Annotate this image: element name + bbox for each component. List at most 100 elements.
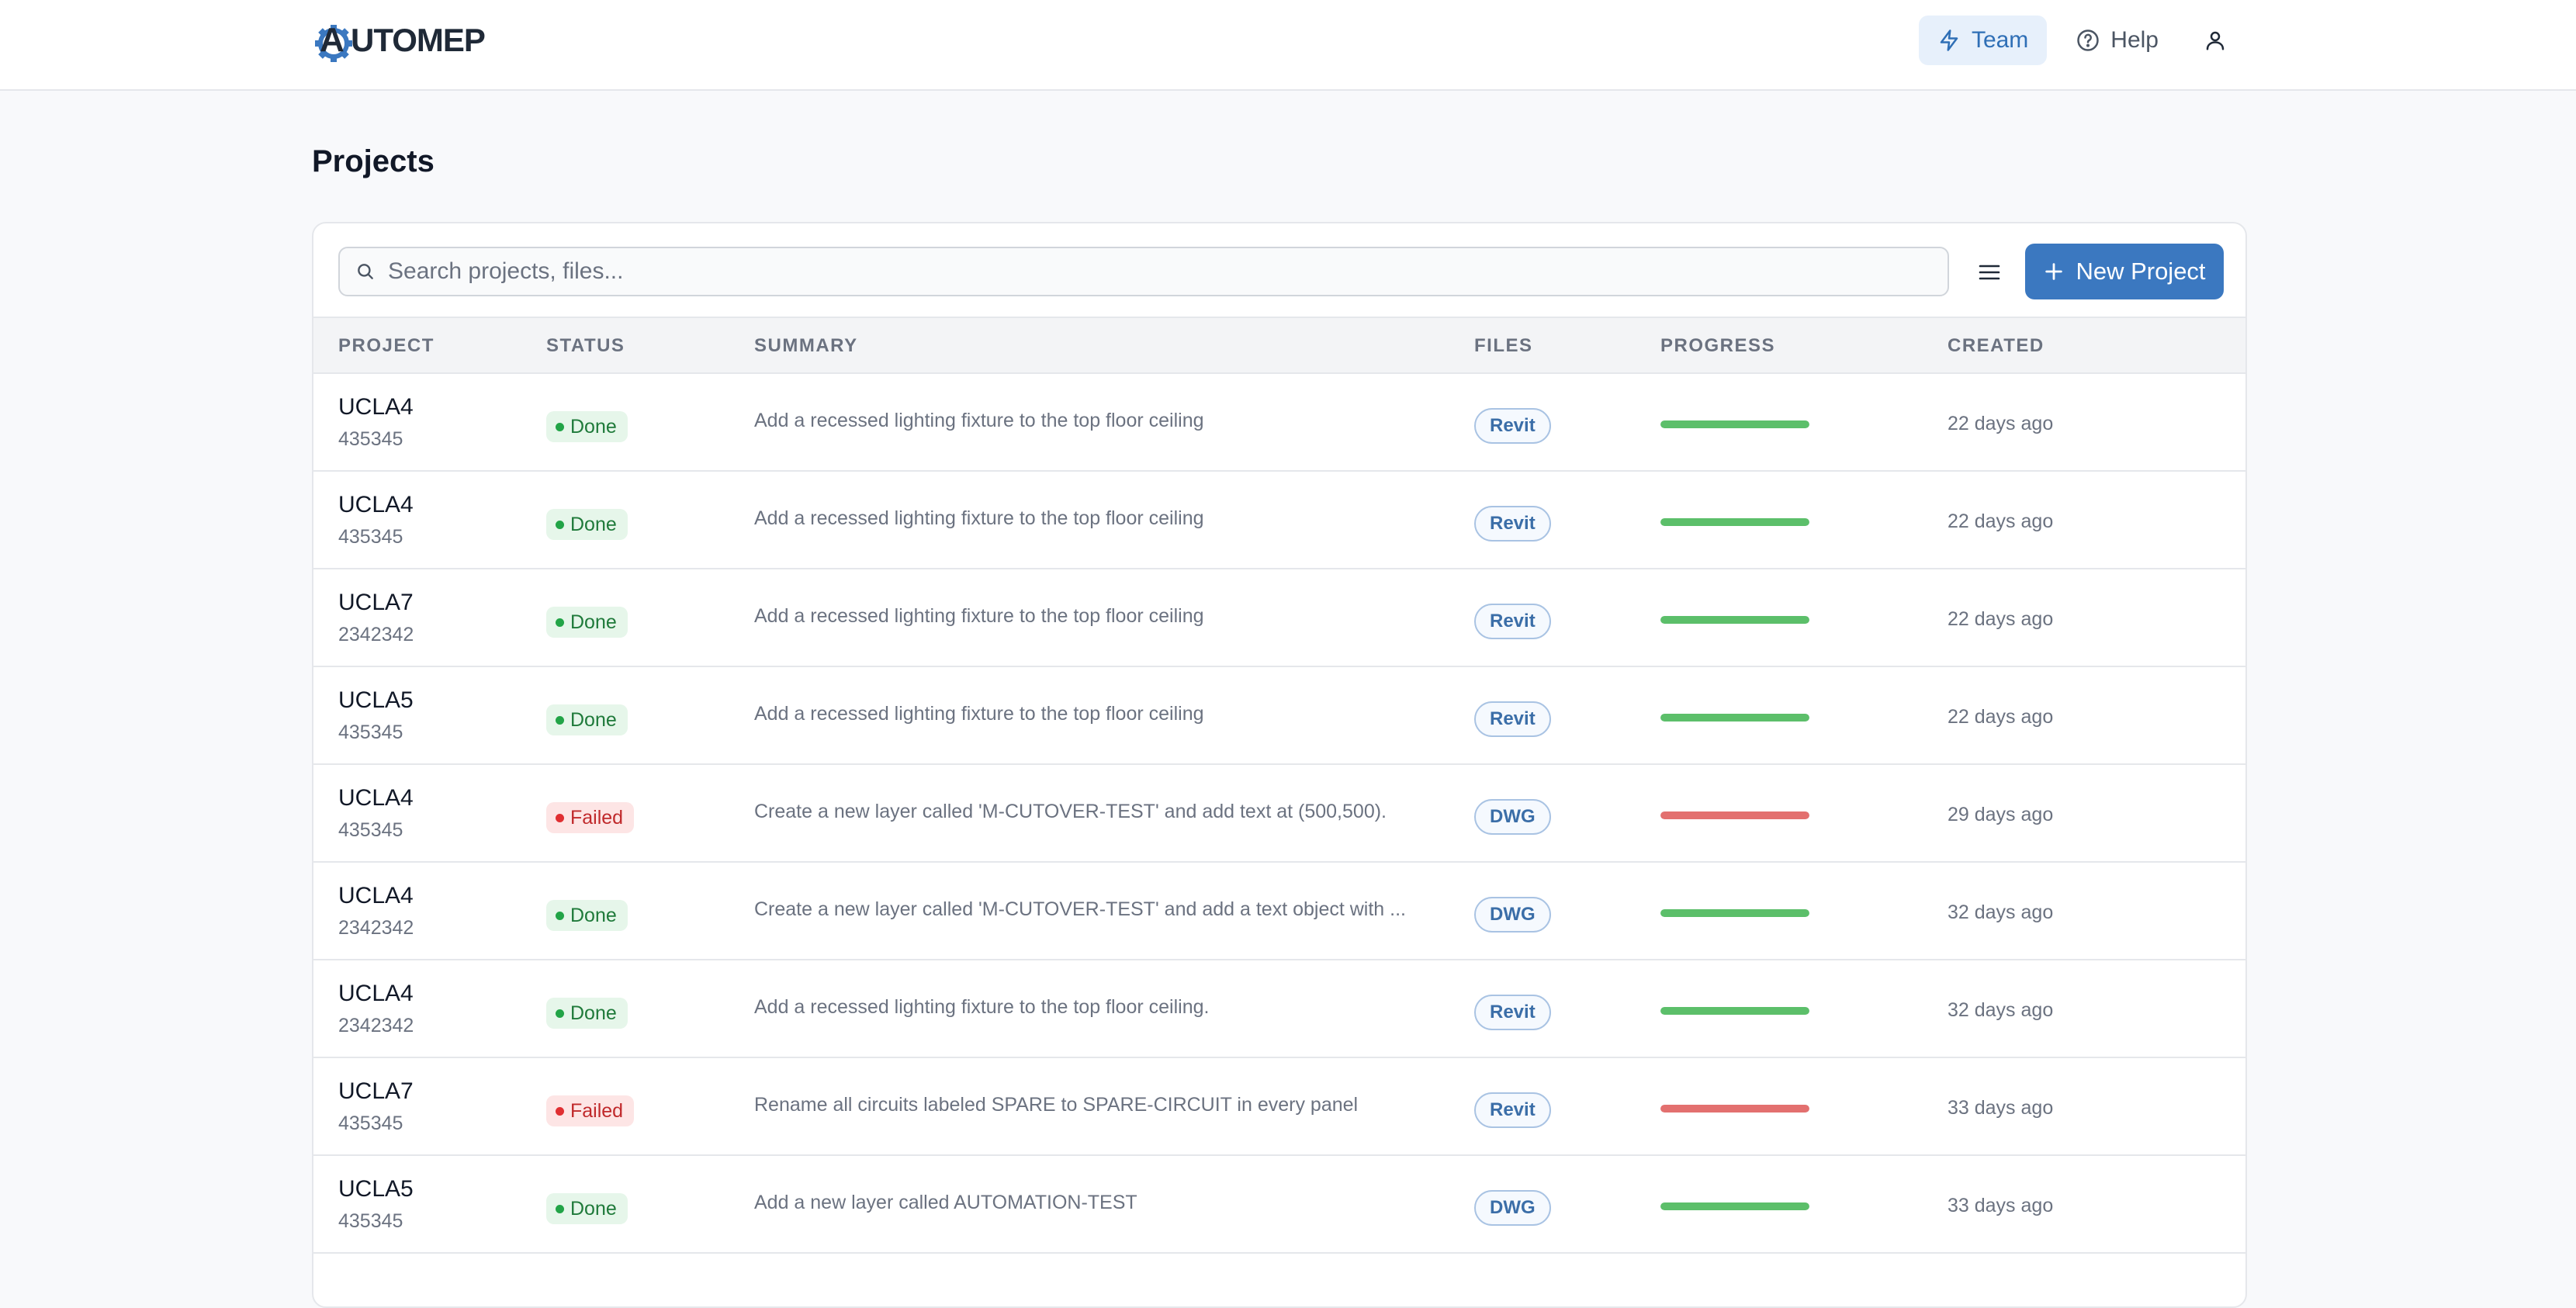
file-type-badge: Revit: [1474, 1092, 1551, 1128]
table-row[interactable]: UCLA7 435345 Failed Rename all circuits lab…: [313, 1058, 2245, 1156]
column-header-created[interactable]: CREATED: [1948, 318, 2045, 374]
progress-fill: [1660, 1105, 1809, 1112]
column-header-summary[interactable]: SUMMARY: [754, 318, 858, 374]
user-menu-button[interactable]: [2188, 16, 2242, 65]
status-label: Done: [570, 513, 617, 535]
created-time: 29 days ago: [1948, 804, 2054, 825]
created-time: 33 days ago: [1948, 1097, 2054, 1119]
status-dot-icon: [556, 911, 564, 920]
progress-bar: [1660, 1202, 1809, 1210]
column-header-project[interactable]: PROJECT: [338, 318, 435, 374]
team-button[interactable]: Team: [1918, 16, 2048, 65]
brand-logo[interactable]: A UTOMEP: [313, 16, 486, 65]
table-header: PROJECT STATUS SUMMARY FILES PROGRESS CR…: [313, 318, 2245, 374]
project-name[interactable]: UCLA4: [338, 785, 414, 811]
project-id: 435345: [338, 428, 403, 450]
status-label: Done: [570, 1002, 617, 1024]
project-summary: Add a new layer called AUTOMATION-TEST: [754, 1192, 1137, 1213]
column-header-status[interactable]: STATUS: [546, 318, 625, 374]
project-id: 435345: [338, 1112, 403, 1134]
status-label: Failed: [570, 1099, 624, 1122]
progress-fill: [1660, 714, 1809, 721]
top-bar: A UTOMEP Team Help: [0, 0, 2576, 91]
file-type-badge: DWG: [1474, 897, 1551, 933]
file-type-badge: DWG: [1474, 799, 1551, 835]
status-badge: Done: [546, 411, 628, 442]
status-label: Done: [570, 1197, 617, 1220]
question-circle-icon: [2077, 29, 2100, 51]
progress-fill: [1660, 1202, 1809, 1210]
project-summary: Add a recessed lighting fixture to the t…: [754, 410, 1204, 431]
column-header-progress[interactable]: PROGRESS: [1660, 318, 1775, 374]
status-dot-icon: [556, 813, 564, 822]
status-badge: Done: [546, 1193, 628, 1224]
created-time: 32 days ago: [1948, 901, 2054, 923]
project-name[interactable]: UCLA4: [338, 394, 414, 420]
status-badge: Done: [546, 607, 628, 638]
progress-bar: [1660, 811, 1809, 819]
team-label: Team: [1971, 27, 2029, 53]
progress-bar: [1660, 714, 1809, 721]
status-label: Done: [570, 415, 617, 438]
search-input[interactable]: [388, 258, 1948, 285]
file-type-badge: Revit: [1474, 604, 1551, 639]
project-name[interactable]: UCLA5: [338, 687, 414, 714]
progress-bar: [1660, 1105, 1809, 1112]
status-badge: Done: [546, 509, 628, 540]
table-row[interactable]: UCLA4 435345 Done Add a recessed lighting f…: [313, 374, 2245, 472]
project-name[interactable]: UCLA5: [338, 1176, 414, 1202]
search-box[interactable]: [338, 247, 1949, 296]
hamburger-menu-icon: [1979, 265, 2000, 280]
page-title: Projects: [312, 144, 435, 178]
status-label: Done: [570, 904, 617, 926]
project-name[interactable]: UCLA4: [338, 981, 414, 1007]
column-header-files[interactable]: FILES: [1474, 318, 1533, 374]
project-name[interactable]: UCLA7: [338, 1078, 414, 1105]
progress-bar: [1660, 909, 1809, 917]
user-icon: [2206, 31, 2225, 50]
project-summary: Add a recessed lighting fixture to the t…: [754, 996, 1210, 1018]
file-type-badge: DWG: [1474, 1190, 1551, 1226]
brand-name: UTOMEP: [351, 22, 486, 58]
progress-bar: [1660, 1007, 1809, 1015]
project-name[interactable]: UCLA7: [338, 590, 414, 616]
list-menu-button[interactable]: [1968, 253, 2011, 292]
projects-toolbar: New Project: [313, 223, 2245, 318]
table-row[interactable]: UCLA4 435345 Done Add a recessed lighting f…: [313, 472, 2245, 569]
progress-bar: [1660, 420, 1809, 428]
file-type-badge: Revit: [1474, 701, 1551, 737]
new-project-button[interactable]: New Project: [2025, 244, 2224, 299]
progress-fill: [1660, 811, 1809, 819]
status-label: Done: [570, 708, 617, 731]
table-row[interactable]: UCLA4 435345 Failed Create a new layer call…: [313, 765, 2245, 863]
project-summary: Add a recessed lighting fixture to the t…: [754, 605, 1204, 627]
table-row[interactable]: UCLA5 435345 Done Add a new layer called AU…: [313, 1156, 2245, 1254]
status-badge: Done: [546, 900, 628, 931]
table-row[interactable]: UCLA4 2342342 Done Add a recessed lighting …: [313, 960, 2245, 1058]
status-dot-icon: [556, 715, 564, 725]
created-time: 32 days ago: [1948, 999, 2054, 1021]
created-time: 22 days ago: [1948, 608, 2054, 630]
table-row[interactable]: UCLA5 435345 Done Add a recessed lighting f…: [313, 667, 2245, 765]
table-row[interactable]: UCLA4 2342342 Done Create a new layer calle…: [313, 863, 2245, 960]
file-type-badge: Revit: [1474, 408, 1551, 444]
project-rows: UCLA4 435345 Done Add a recessed lighting f…: [313, 374, 2245, 1254]
help-button[interactable]: Help: [2058, 16, 2177, 65]
table-row[interactable]: UCLA7 2342342 Done Add a recessed lighting …: [313, 569, 2245, 667]
created-time: 22 days ago: [1948, 510, 2054, 532]
project-name[interactable]: UCLA4: [338, 492, 414, 518]
status-badge: Failed: [546, 1095, 635, 1126]
status-label: Done: [570, 611, 617, 633]
project-name[interactable]: UCLA4: [338, 883, 414, 909]
project-summary: Add a recessed lighting fixture to the t…: [754, 703, 1204, 725]
status-badge: Done: [546, 704, 628, 735]
project-id: 2342342: [338, 1015, 414, 1036]
help-label: Help: [2110, 27, 2159, 53]
file-type-badge: Revit: [1474, 506, 1551, 542]
project-id: 2342342: [338, 624, 414, 645]
logo-initial: A: [320, 21, 345, 59]
progress-bar: [1660, 518, 1809, 526]
project-id: 435345: [338, 721, 403, 743]
created-time: 22 days ago: [1948, 413, 2054, 434]
search-icon: [358, 264, 373, 279]
